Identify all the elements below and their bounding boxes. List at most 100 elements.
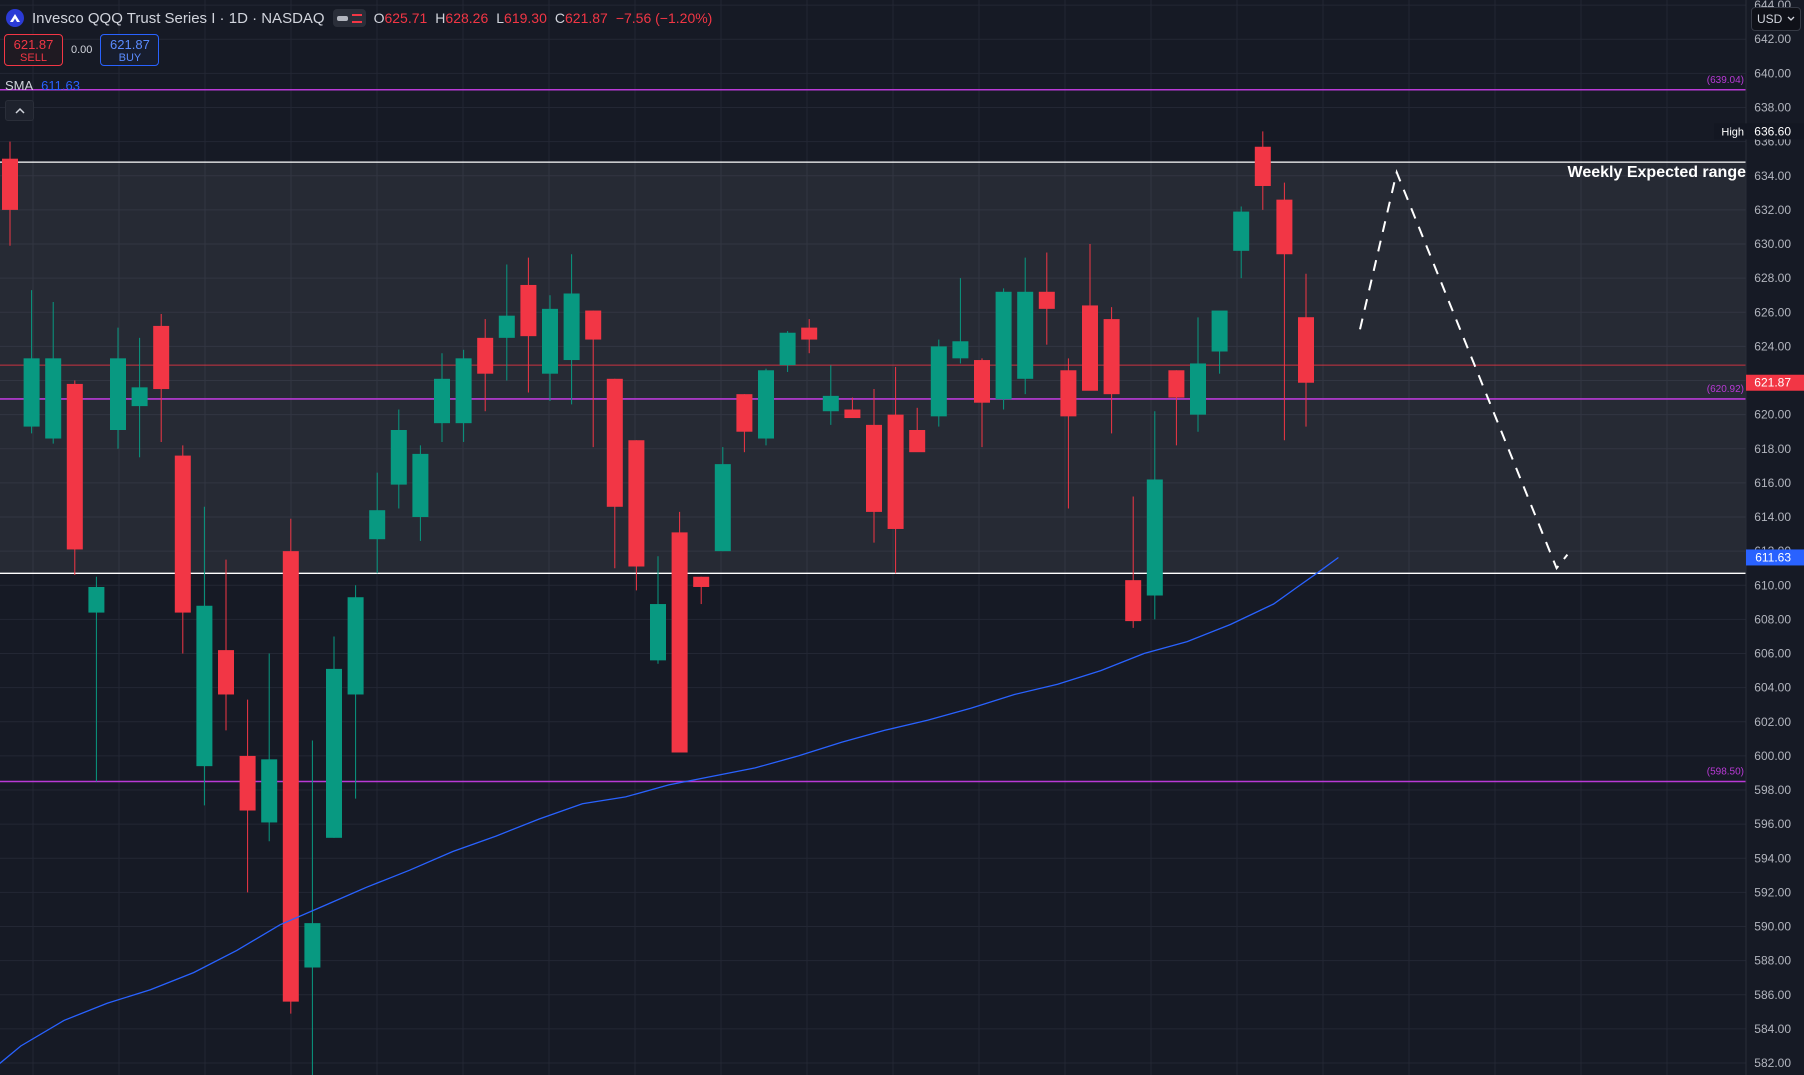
price-label-value: 611.63 xyxy=(1755,550,1791,564)
equals-icon[interactable] xyxy=(351,13,362,23)
candle-body xyxy=(779,332,796,366)
price-label-value: 636.60 xyxy=(1754,124,1791,138)
chevron-down-icon xyxy=(1787,16,1795,21)
sell-button[interactable]: 621.87 SELL xyxy=(4,34,63,66)
candle-body xyxy=(218,650,234,695)
sma-value: 611.63 xyxy=(41,78,80,93)
candle-down xyxy=(66,380,83,576)
price-tick-label: 614.00 xyxy=(1754,510,1791,524)
candle-down xyxy=(671,511,688,753)
price-tick-label: 606.00 xyxy=(1754,647,1791,661)
candle-body xyxy=(23,358,40,427)
high-key: H xyxy=(435,10,446,26)
candle-body xyxy=(585,310,602,340)
sell-price: 621.87 xyxy=(13,36,54,52)
candle-body xyxy=(930,346,947,417)
buy-label: BUY xyxy=(118,51,142,64)
change-value: −7.56 (−1.20%) xyxy=(615,10,713,26)
price-tick-label: 582.00 xyxy=(1754,1056,1791,1070)
price-tick-label: 586.00 xyxy=(1754,988,1791,1002)
price-tick-label: 596.00 xyxy=(1754,817,1791,831)
close-key: C xyxy=(554,10,565,26)
candle-body xyxy=(369,510,386,540)
collapse-legend-button[interactable] xyxy=(5,100,34,121)
candle-body xyxy=(650,604,666,661)
open-value: 625.71 xyxy=(384,10,428,26)
expected-range-label[interactable]: Weekly Expected range xyxy=(1568,164,1746,182)
candle-body xyxy=(542,308,558,374)
price-tick-label: 640.00 xyxy=(1754,66,1791,80)
candle-body xyxy=(1276,199,1293,255)
ohlc-values: O625.71 H628.26 L619.30 C621.87 −7.56 (−… xyxy=(374,10,713,26)
buy-button[interactable]: 621.87 BUY xyxy=(100,34,160,66)
candle-body xyxy=(1190,363,1206,415)
sell-label: SELL xyxy=(20,51,47,64)
price-tick-label: 608.00 xyxy=(1754,612,1791,626)
candle-body xyxy=(1060,370,1077,417)
price-tick-label: 624.00 xyxy=(1754,339,1791,353)
candle-body xyxy=(844,409,861,419)
candle-body xyxy=(174,455,191,613)
candle-body xyxy=(196,605,213,767)
candle-body xyxy=(1298,317,1314,383)
candle-body xyxy=(563,293,580,361)
price-axis-background xyxy=(1746,0,1804,1075)
candle-body xyxy=(282,551,299,1002)
buy-price: 621.87 xyxy=(110,36,150,52)
candle-body xyxy=(1017,291,1034,379)
price-tick-label: 626.00 xyxy=(1754,305,1791,319)
candle-body xyxy=(261,759,278,823)
candle-body xyxy=(1146,479,1163,596)
currency-selector[interactable]: USD xyxy=(1751,7,1801,31)
trade-panel: 621.87 SELL 0.00 621.87 BUY xyxy=(4,34,160,66)
chart-canvas[interactable]: (639.04)(620.92)(598.50)644.00642.00640.… xyxy=(0,0,1804,1075)
candle-body xyxy=(714,464,731,552)
candle-body xyxy=(110,358,126,430)
sma-name: SMA xyxy=(5,78,34,93)
price-tick-label: 638.00 xyxy=(1754,101,1791,115)
price-tick-label: 632.00 xyxy=(1754,203,1791,217)
candle-body xyxy=(131,387,148,407)
low-key: L xyxy=(496,10,505,26)
candle-body xyxy=(498,315,515,338)
candle-body xyxy=(304,923,321,968)
sma-legend[interactable]: SMA 611.63 xyxy=(5,78,80,93)
candle-body xyxy=(520,284,537,337)
close-value: 621.87 xyxy=(565,10,608,26)
price-tick-label: 592.00 xyxy=(1754,885,1791,899)
price-tick-label: 602.00 xyxy=(1754,715,1791,729)
nasdaq-logo-icon xyxy=(6,9,24,27)
price-tick-label: 604.00 xyxy=(1754,681,1791,695)
symbol-title[interactable]: Invesco QQQ Trust Series I · 1D · NASDAQ xyxy=(32,10,325,27)
price-tick-label: 642.00 xyxy=(1754,32,1791,46)
price-tick-label: 634.00 xyxy=(1754,169,1791,183)
hide-icon[interactable] xyxy=(336,15,348,21)
open-key: O xyxy=(373,10,385,26)
candle-body xyxy=(1103,319,1120,395)
candle-body xyxy=(1233,211,1250,251)
level-label: (620.92) xyxy=(1707,384,1744,395)
candle-down xyxy=(282,518,299,1014)
price-label-tag: High xyxy=(1721,126,1744,138)
candle-body xyxy=(153,325,170,390)
candle-body xyxy=(909,430,926,453)
candle-body xyxy=(455,358,472,424)
price-tick-label: 618.00 xyxy=(1754,442,1791,456)
candle-body xyxy=(434,378,450,424)
price-tick-label: 616.00 xyxy=(1754,476,1791,490)
chevron-up-icon xyxy=(14,107,25,114)
candle-body xyxy=(671,532,688,753)
candle-body xyxy=(88,586,105,613)
price-tick-label: 620.00 xyxy=(1754,408,1791,422)
price-tick-label: 630.00 xyxy=(1754,237,1791,251)
candle-body xyxy=(412,453,429,518)
candle-body xyxy=(866,424,882,512)
candle-body xyxy=(326,668,342,838)
candle-body xyxy=(390,430,407,485)
legend-toggle-icon[interactable] xyxy=(332,9,366,27)
candle-body xyxy=(1211,310,1228,352)
candle-body xyxy=(801,327,818,340)
symbol-legend: Invesco QQQ Trust Series I · 1D · NASDAQ… xyxy=(6,9,712,27)
level-label: (639.04) xyxy=(1707,75,1744,86)
candle-body xyxy=(628,440,645,567)
